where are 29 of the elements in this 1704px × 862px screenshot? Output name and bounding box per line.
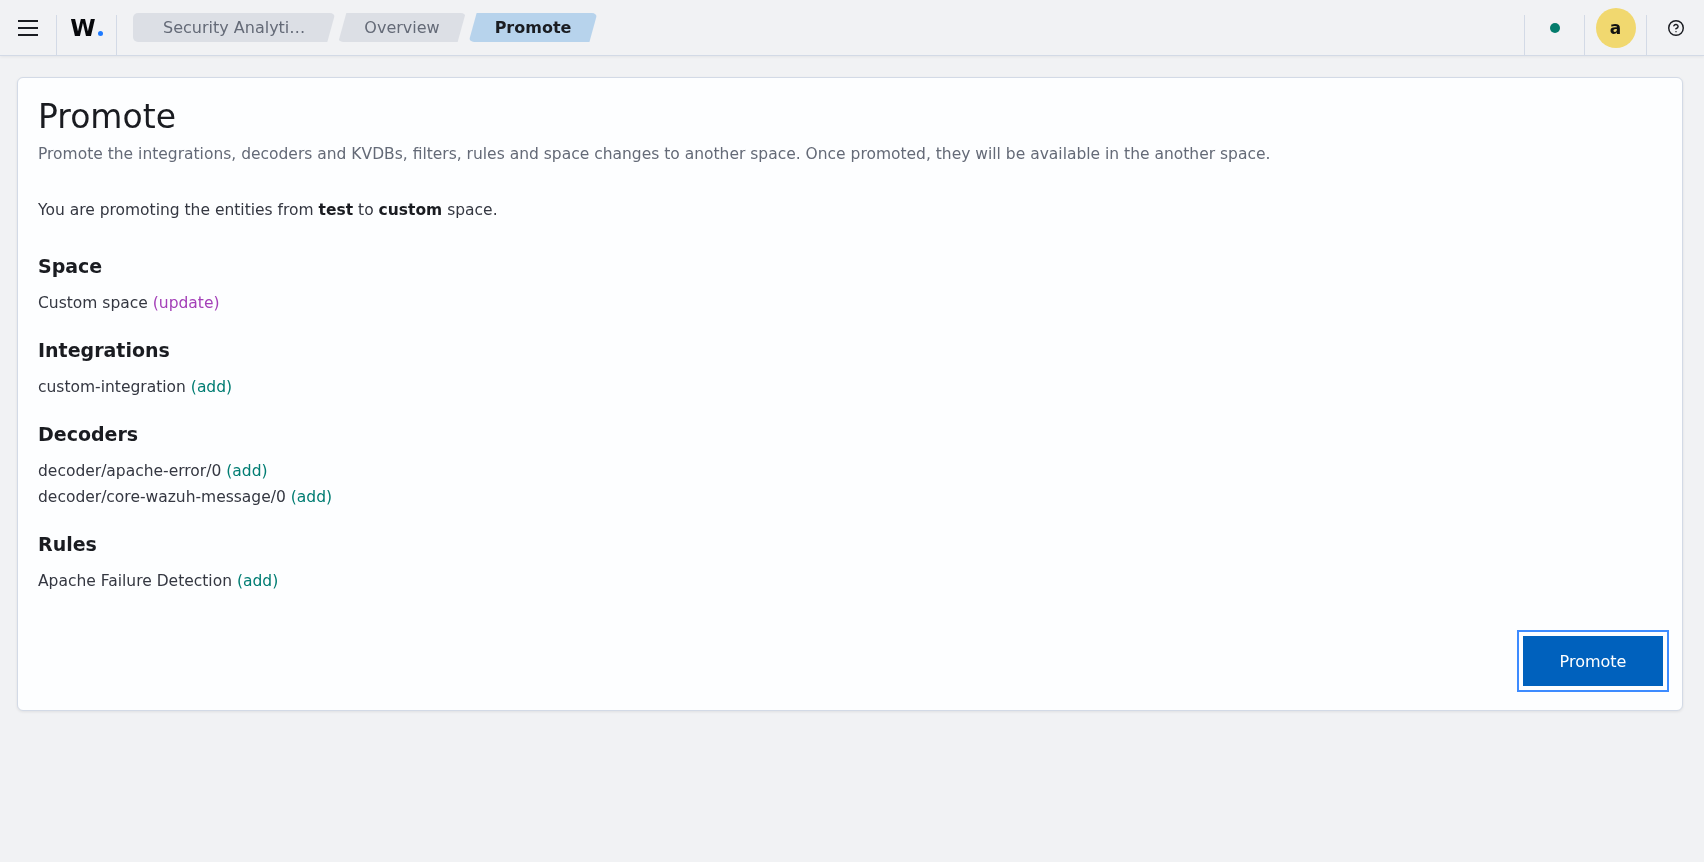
breadcrumb-link[interactable]: Security Analyti… [133, 13, 336, 42]
breadcrumb-link[interactable]: Overview [338, 13, 466, 42]
section-heading: Integrations [38, 338, 171, 363]
logo-dot-icon [97, 30, 103, 36]
entity-name: custom-integration [38, 377, 186, 398]
change-status: (add) [190, 377, 233, 398]
promotion-summary: You are promoting the entities from test to custom space. [38, 200, 499, 221]
breadcrumb-link[interactable]: Promote [468, 13, 598, 42]
logo-text: W [70, 13, 96, 42]
section-heading: Space [38, 254, 104, 279]
menu-button[interactable] [18, 19, 38, 36]
entity-name: decoder/apache-error/0 [38, 461, 222, 482]
entity-name: Apache Failure Detection [38, 571, 232, 592]
page-description: Promote the integrations, decoders and KVDBs, filters, rules and space changes to another space. Once promoted, they will be available in the another space. [38, 144, 1272, 165]
change-status: (add) [237, 571, 279, 592]
change-status: (add) [226, 461, 268, 482]
change-status: (update) [152, 293, 220, 314]
help-icon [1667, 19, 1684, 36]
entity-name: Custom space [38, 293, 148, 314]
entity-name: decoder/core-wazuh-message/0 [38, 487, 286, 508]
change-status: (add) [290, 487, 333, 508]
status-dot-icon [1549, 22, 1560, 33]
avatar-button[interactable]: a [1595, 7, 1636, 48]
section-heading: Rules [38, 532, 98, 557]
promote-button[interactable]: Promote [1517, 630, 1669, 692]
page-title: Promote [38, 97, 177, 137]
section-heading: Decoders [38, 422, 140, 447]
help-button[interactable] [1667, 19, 1684, 36]
menu-icon [18, 19, 38, 36]
